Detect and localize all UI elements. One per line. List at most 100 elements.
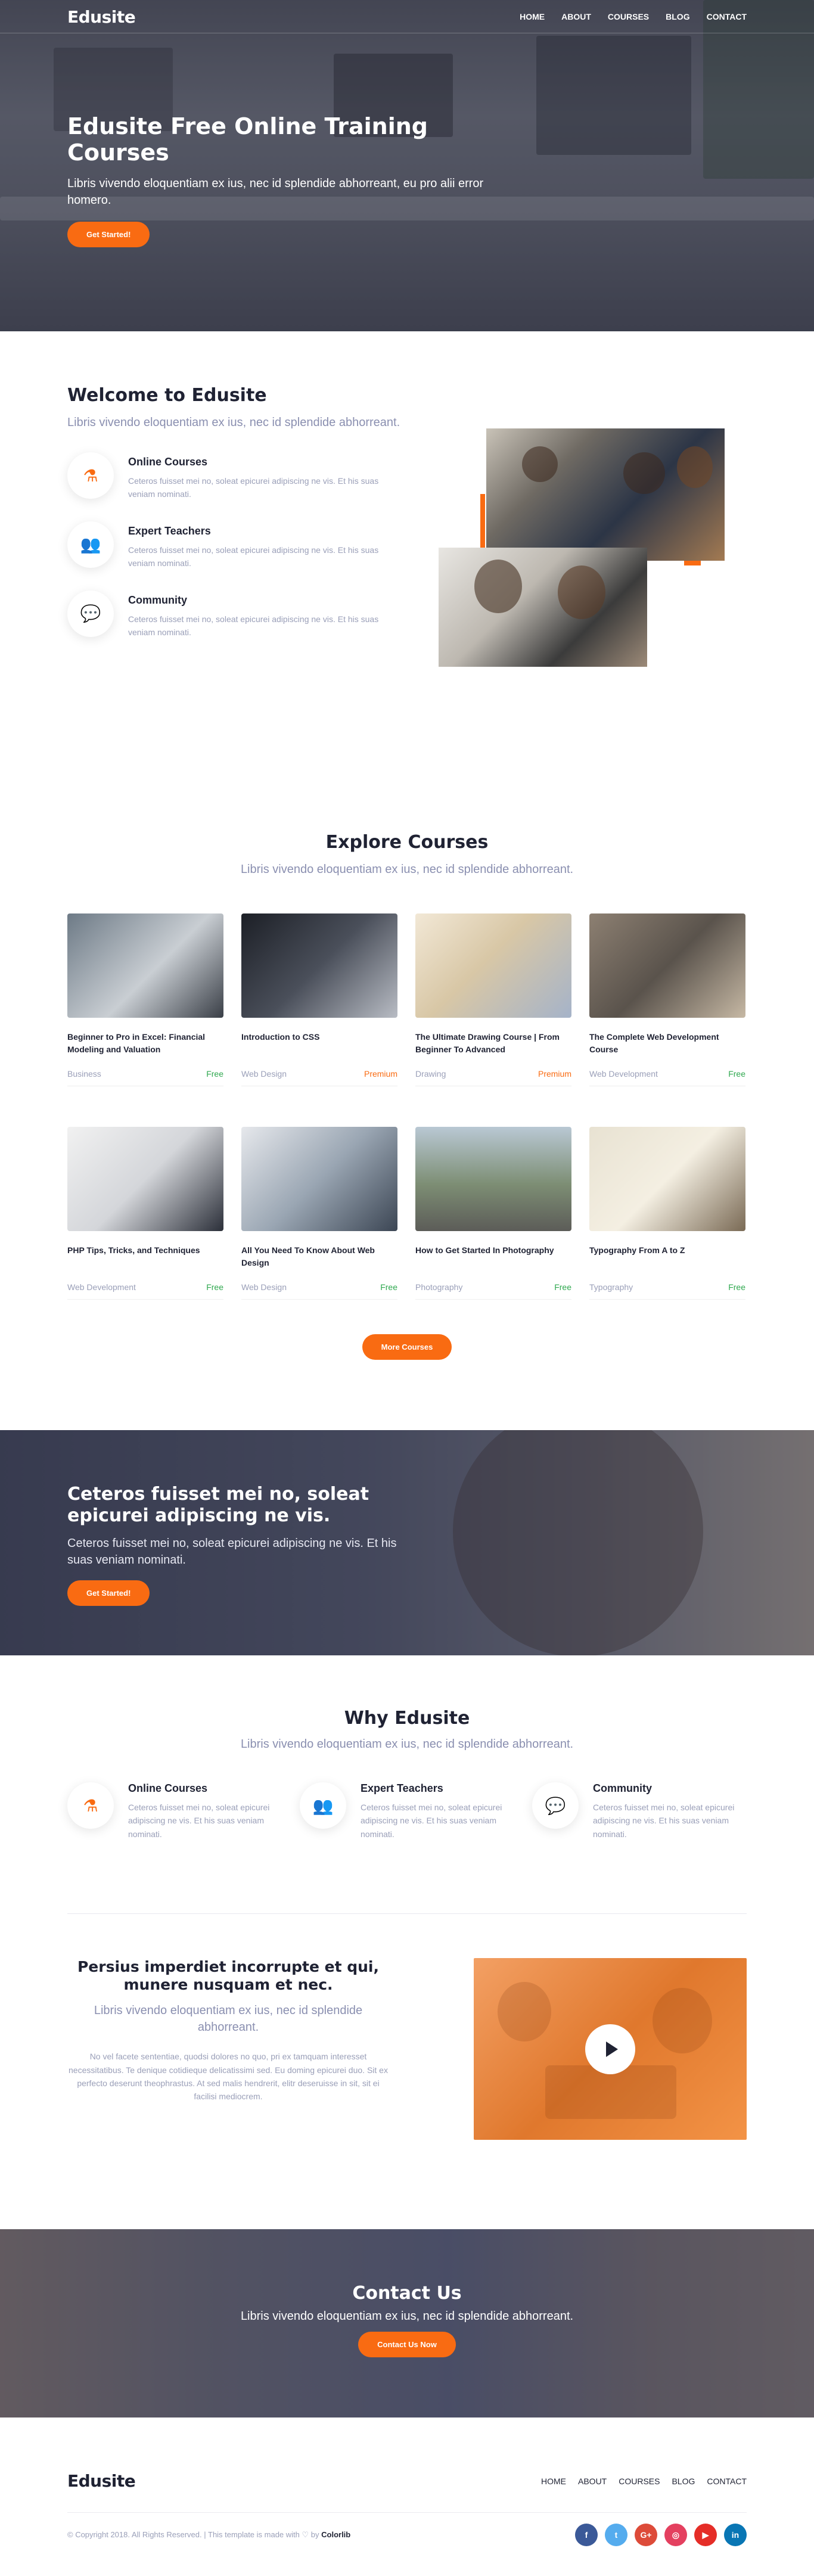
course-thumbnail[interactable] <box>241 913 397 1018</box>
footer-nav-about[interactable]: ABOUT <box>578 2476 607 2486</box>
course-title[interactable]: Introduction to CSS <box>241 1031 397 1069</box>
play-icon <box>606 2041 618 2057</box>
flask-icon: ⚗ <box>67 452 114 499</box>
nav-courses[interactable]: COURSES <box>608 12 649 21</box>
nav-blog[interactable]: BLOG <box>666 12 689 21</box>
google-plus-icon[interactable]: G+ <box>635 2524 657 2547</box>
feature-title: Expert Teachers <box>128 524 211 537</box>
why-title: Why Edusite <box>344 1708 470 1729</box>
course-card[interactable]: All You Need To Know About Web Design Web… <box>241 1127 397 1300</box>
nav-home[interactable]: HOME <box>520 12 545 21</box>
copyright: © Copyright 2018. All Rights Reserved. |… <box>67 2530 351 2540</box>
users-icon: 👥 <box>300 1782 346 1829</box>
play-button[interactable] <box>585 2024 635 2074</box>
flask-icon: ⚗ <box>67 1782 114 1829</box>
footer-nav-contact[interactable]: CONTACT <box>707 2476 747 2486</box>
course-title[interactable]: All You Need To Know About Web Design <box>241 1244 397 1282</box>
users-icon: 👥 <box>67 521 114 568</box>
nav-contact[interactable]: CONTACT <box>707 12 747 21</box>
brand-logo[interactable]: Edusite <box>67 7 136 27</box>
get-started-button[interactable]: Get Started! <box>67 1580 150 1606</box>
course-price: Free <box>728 1282 745 1292</box>
course-card[interactable]: PHP Tips, Tricks, and Techniques Web Deve… <box>67 1127 223 1300</box>
welcome-lead: Libris vivendo eloquentiam ex ius, nec i… <box>67 416 400 429</box>
courses-title: Explore Courses <box>325 832 489 853</box>
feature-text: Ceteros fuisset mei no, soleat epicurei … <box>361 1803 502 1839</box>
social-links: f t G+ ◎ ▶ in <box>575 2524 747 2547</box>
courses-lead: Libris vivendo eloquentiam ex ius, nec i… <box>240 863 574 876</box>
welcome-title: Welcome to Edusite <box>67 385 267 406</box>
video-body: No vel facete sententiae, quodsi dolores… <box>69 2052 388 2102</box>
chat-icon: 💬 <box>532 1782 579 1829</box>
course-thumbnail[interactable] <box>415 913 571 1018</box>
video-title: Persius imperdiet incorrupte et qui, mun… <box>77 1958 379 1994</box>
course-price: Premium <box>363 1069 397 1079</box>
footer-menu: HOME ABOUT COURSES BLOG CONTACT <box>541 2476 747 2486</box>
course-thumbnail[interactable] <box>589 913 745 1018</box>
course-card[interactable]: The Complete Web Development Course Web D… <box>589 913 745 1086</box>
course-category: Web Design <box>241 1069 287 1079</box>
why-expert-teachers: 👥 Expert Teachers Ceteros fuisset mei no,… <box>300 1782 514 1841</box>
course-thumbnail[interactable] <box>589 1127 745 1231</box>
course-category: Photography <box>415 1282 463 1292</box>
course-card[interactable]: Typography From A to Z Typography Free <box>589 1127 745 1300</box>
footer: Edusite HOME ABOUT COURSES BLOG CONTACT … <box>0 2417 814 2576</box>
course-title[interactable]: Beginner to Pro in Excel: Financial Mode… <box>67 1031 223 1069</box>
footer-logo[interactable]: Edusite <box>67 2471 136 2491</box>
author-link[interactable]: Colorlib <box>321 2530 350 2539</box>
linkedin-icon[interactable]: in <box>724 2524 747 2547</box>
nav-about[interactable]: ABOUT <box>561 12 591 21</box>
course-price: Free <box>380 1282 397 1292</box>
course-thumbnail[interactable] <box>67 913 223 1018</box>
course-category: Typography <box>589 1282 633 1292</box>
course-card[interactable]: How to Get Started In Photography Photogr… <box>415 1127 571 1300</box>
why-community: 💬 Community Ceteros fuisset mei no, solea… <box>532 1782 747 1841</box>
course-grid: Beginner to Pro in Excel: Financial Mode… <box>67 913 747 1300</box>
course-title[interactable]: The Complete Web Development Course <box>589 1031 745 1069</box>
video-section: Persius imperdiet incorrupte et qui, mun… <box>67 1914 747 2187</box>
feature-text: Ceteros fuisset mei no, soleat epicurei … <box>593 1803 735 1839</box>
why-section: Why Edusite Libris vivendo eloquentiam e… <box>0 1655 814 2229</box>
course-card[interactable]: The Ultimate Drawing Course | From Begin… <box>415 913 571 1086</box>
instagram-icon[interactable]: ◎ <box>664 2524 687 2547</box>
get-started-button[interactable]: Get Started! <box>67 222 150 247</box>
welcome-photo-collage <box>439 428 725 667</box>
feature-text: Ceteros fuisset mei no, soleat epicurei … <box>128 545 379 568</box>
hero: Edusite HOME ABOUT COURSES BLOG CONTACT … <box>0 0 814 331</box>
hero-subtitle: Libris vivendo eloquentiam ex ius, nec i… <box>67 177 484 207</box>
youtube-icon[interactable]: ▶ <box>694 2524 717 2547</box>
course-title[interactable]: Typography From A to Z <box>589 1244 745 1282</box>
men-photo <box>439 548 647 667</box>
facebook-icon[interactable]: f <box>575 2524 598 2547</box>
course-thumbnail[interactable] <box>241 1127 397 1231</box>
feature-title: Online Courses <box>128 456 208 468</box>
feature-text: Ceteros fuisset mei no, soleat epicurei … <box>128 614 379 637</box>
accent-bar <box>684 561 701 565</box>
course-title[interactable]: How to Get Started In Photography <box>415 1244 571 1282</box>
more-courses-button[interactable]: More Courses <box>362 1334 452 1360</box>
students-photo <box>486 428 725 561</box>
course-category: Drawing <box>415 1069 446 1079</box>
footer-nav-blog[interactable]: BLOG <box>672 2476 695 2486</box>
course-title[interactable]: The Ultimate Drawing Course | From Begin… <box>415 1031 571 1069</box>
contact-us-button[interactable]: Contact Us Now <box>358 2332 456 2358</box>
contact-title: Contact Us <box>352 2283 462 2304</box>
course-price: Free <box>554 1282 571 1292</box>
course-thumbnail[interactable] <box>415 1127 571 1231</box>
main-menu: HOME ABOUT COURSES BLOG CONTACT <box>520 12 747 21</box>
feature-online-courses: ⚗ Online Courses Ceteros fuisset mei no,… <box>67 452 389 501</box>
twitter-icon[interactable]: t <box>605 2524 627 2547</box>
video-thumbnail[interactable] <box>474 1958 747 2140</box>
feature-community: 💬 Community Ceteros fuisset mei no, sole… <box>67 590 389 639</box>
feature-expert-teachers: 👥 Expert Teachers Ceteros fuisset mei no… <box>67 521 389 570</box>
course-card[interactable]: Beginner to Pro in Excel: Financial Mode… <box>67 913 223 1086</box>
course-category: Web Design <box>241 1282 287 1292</box>
course-thumbnail[interactable] <box>67 1127 223 1231</box>
course-title[interactable]: PHP Tips, Tricks, and Techniques <box>67 1244 223 1282</box>
course-category: Web Development <box>67 1282 136 1292</box>
course-card[interactable]: Introduction to CSS Web Design Premium <box>241 913 397 1086</box>
why-lead: Libris vivendo eloquentiam ex ius, nec i… <box>240 1738 574 1751</box>
footer-nav-courses[interactable]: COURSES <box>619 2476 660 2486</box>
footer-nav-home[interactable]: HOME <box>541 2476 566 2486</box>
hero-content: Edusite Free Online Training Courses Lib… <box>67 113 520 247</box>
